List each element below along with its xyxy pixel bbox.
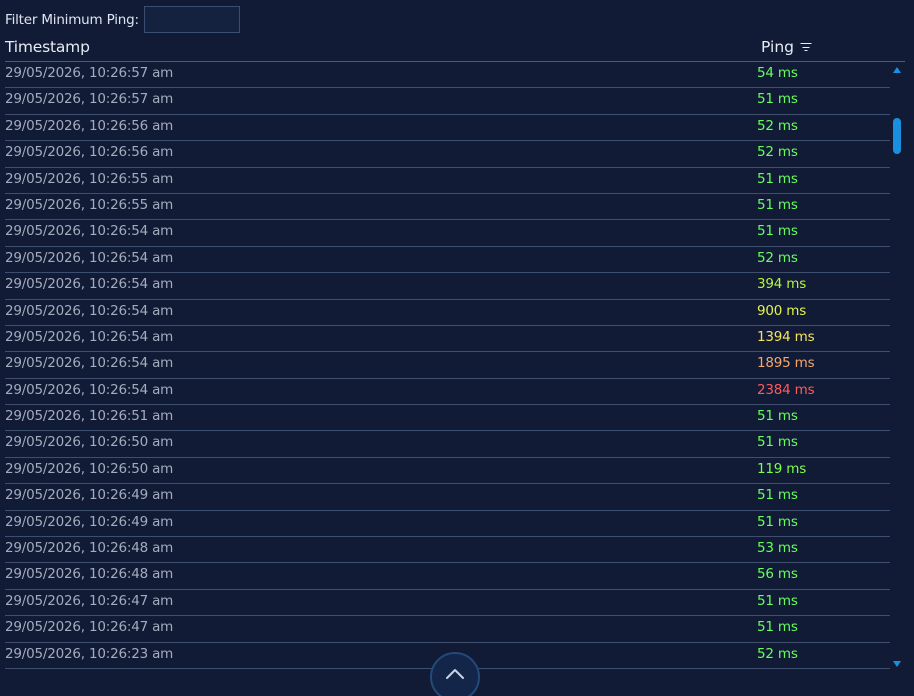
back-to-top-button[interactable] — [430, 652, 480, 696]
sort-filter-icon[interactable] — [800, 42, 812, 52]
ping-cell: 51 ms — [757, 408, 798, 425]
table-row: 29/05/2026, 10:26:48 am 56 ms — [5, 563, 890, 590]
timestamp-cell: 29/05/2026, 10:26:54 am — [5, 381, 174, 398]
timestamp-cell: 29/05/2026, 10:26:54 am — [5, 249, 174, 266]
ping-cell: 51 ms — [757, 487, 798, 504]
timestamp-cell: 29/05/2026, 10:26:51 am — [5, 408, 174, 425]
table-row: 29/05/2026, 10:26:54 am 2384 ms — [5, 379, 890, 406]
table-row: 29/05/2026, 10:26:54 am 1895 ms — [5, 352, 890, 379]
timestamp-cell: 29/05/2026, 10:26:49 am — [5, 487, 174, 504]
table-row: 29/05/2026, 10:26:47 am 51 ms — [5, 616, 890, 643]
table-row: 29/05/2026, 10:26:57 am 54 ms — [5, 62, 890, 89]
ping-cell: 56 ms — [757, 566, 798, 583]
timestamp-cell: 29/05/2026, 10:26:48 am — [5, 540, 174, 557]
ping-cell: 53 ms — [757, 540, 798, 557]
timestamp-cell: 29/05/2026, 10:26:54 am — [5, 328, 174, 345]
ping-cell: 119 ms — [757, 460, 807, 477]
table-row: 29/05/2026, 10:26:54 am 1394 ms — [5, 326, 890, 353]
table-row: 29/05/2026, 10:26:55 am 51 ms — [5, 168, 890, 194]
timestamp-cell: 29/05/2026, 10:26:47 am — [5, 619, 174, 636]
timestamp-cell: 29/05/2026, 10:26:47 am — [5, 592, 174, 609]
scroll-down-arrow-icon[interactable] — [893, 661, 901, 667]
table-row: 29/05/2026, 10:26:48 am 53 ms — [5, 537, 890, 564]
ping-cell: 52 ms — [757, 645, 798, 662]
vertical-scrollbar[interactable] — [890, 62, 905, 672]
ping-cell: 51 ms — [757, 592, 798, 609]
table-row: 29/05/2026, 10:26:54 am 51 ms — [5, 220, 890, 247]
timestamp-cell: 29/05/2026, 10:26:54 am — [5, 302, 174, 319]
ping-table-body: 29/05/2026, 10:26:57 am 54 ms 29/05/2026, … — [5, 62, 890, 672]
timestamp-cell: 29/05/2026, 10:26:56 am — [5, 117, 174, 134]
table-row: 29/05/2026, 10:26:51 am 51 ms — [5, 405, 890, 432]
ping-cell: 52 ms — [757, 249, 798, 266]
timestamp-cell: 29/05/2026, 10:26:54 am — [5, 355, 174, 372]
ping-cell: 394 ms — [757, 276, 807, 293]
chevron-up-icon — [446, 669, 464, 679]
ping-log-app: Filter Minimum Ping: Timestamp Ping 29/0… — [0, 0, 914, 696]
table-row: 29/05/2026, 10:26:47 am 51 ms — [5, 590, 890, 617]
ping-cell: 1895 ms — [757, 355, 815, 372]
timestamp-cell: 29/05/2026, 10:26:54 am — [5, 276, 174, 293]
timestamp-cell: 29/05/2026, 10:26:50 am — [5, 460, 174, 477]
filter-bar: Filter Minimum Ping: — [5, 4, 240, 35]
ping-cell: 900 ms — [757, 302, 807, 319]
ping-cell: 51 ms — [757, 223, 798, 240]
timestamp-cell: 29/05/2026, 10:26:50 am — [5, 434, 174, 451]
ping-cell: 52 ms — [757, 117, 798, 134]
table-row: 29/05/2026, 10:26:55 am 51 ms — [5, 194, 890, 221]
scroll-up-arrow-icon[interactable] — [893, 67, 901, 73]
timestamp-cell: 29/05/2026, 10:26:56 am — [5, 144, 174, 161]
timestamp-cell: 29/05/2026, 10:26:57 am — [5, 91, 174, 108]
table-header: Timestamp Ping — [5, 37, 905, 62]
timestamp-cell: 29/05/2026, 10:26:48 am — [5, 566, 174, 583]
filter-label: Filter Minimum Ping: — [5, 11, 139, 28]
timestamp-cell: 29/05/2026, 10:26:55 am — [5, 170, 174, 187]
ping-cell: 51 ms — [757, 513, 798, 530]
ping-cell: 51 ms — [757, 196, 798, 213]
table-row: 29/05/2026, 10:26:57 am 51 ms — [5, 88, 890, 115]
timestamp-cell: 29/05/2026, 10:26:57 am — [5, 65, 174, 81]
ping-cell: 51 ms — [757, 170, 798, 187]
min-ping-input[interactable] — [143, 6, 240, 33]
ping-cell: 51 ms — [757, 619, 798, 636]
table-row: 29/05/2026, 10:26:49 am 51 ms — [5, 484, 890, 511]
timestamp-cell: 29/05/2026, 10:26:23 am — [5, 645, 174, 662]
table-row: 29/05/2026, 10:26:54 am 52 ms — [5, 247, 890, 274]
table-row: 29/05/2026, 10:26:54 am 394 ms — [5, 273, 890, 300]
timestamp-cell: 29/05/2026, 10:26:55 am — [5, 196, 174, 213]
column-header-timestamp[interactable]: Timestamp — [5, 38, 90, 56]
ping-cell: 1394 ms — [757, 328, 815, 345]
table-row: 29/05/2026, 10:26:49 am 51 ms — [5, 511, 890, 538]
ping-cell: 54 ms — [757, 65, 798, 81]
table-row: 29/05/2026, 10:26:56 am 52 ms — [5, 115, 890, 142]
ping-cell: 51 ms — [757, 91, 798, 108]
table-row: 29/05/2026, 10:26:50 am 51 ms — [5, 431, 890, 458]
column-header-ping[interactable]: Ping — [761, 38, 812, 56]
timestamp-cell: 29/05/2026, 10:26:49 am — [5, 513, 174, 530]
table-row: 29/05/2026, 10:26:50 am 119 ms — [5, 458, 890, 485]
scrollbar-thumb[interactable] — [893, 118, 901, 154]
ping-cell: 52 ms — [757, 144, 798, 161]
column-header-ping-label: Ping — [761, 38, 794, 56]
timestamp-cell: 29/05/2026, 10:26:54 am — [5, 223, 174, 240]
ping-cell: 2384 ms — [757, 381, 815, 398]
ping-cell: 51 ms — [757, 434, 798, 451]
table-row: 29/05/2026, 10:26:54 am 900 ms — [5, 300, 890, 326]
table-row: 29/05/2026, 10:26:56 am 52 ms — [5, 141, 890, 168]
